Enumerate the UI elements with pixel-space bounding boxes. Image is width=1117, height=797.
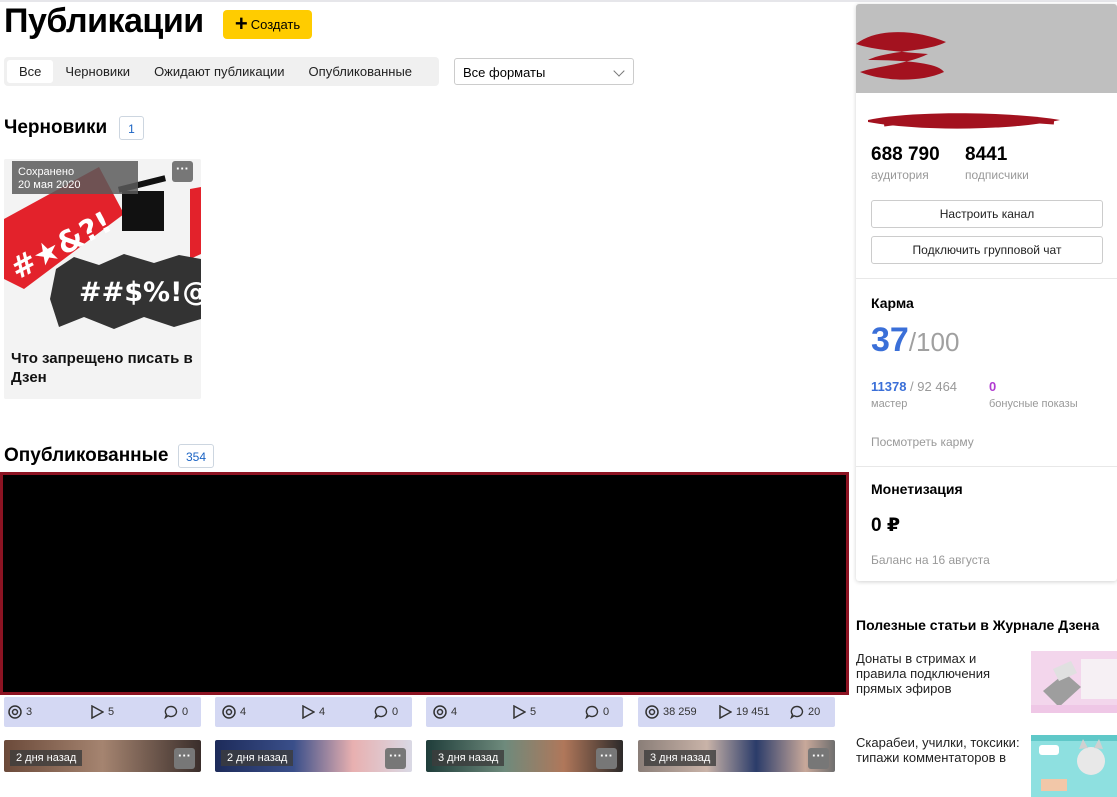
- comments-count: 0: [392, 706, 399, 718]
- time-badge: 2 дня назад: [10, 750, 83, 766]
- reads-count: 4: [319, 706, 326, 718]
- views-icon: [433, 705, 447, 719]
- format-select-value: Все форматы: [463, 65, 546, 80]
- article-image: [1031, 651, 1117, 713]
- tab-all[interactable]: Все: [7, 60, 54, 83]
- group-chat-button[interactable]: Подключить групповой чат: [871, 236, 1103, 264]
- reads-icon: [302, 705, 315, 719]
- article-image: [1031, 735, 1117, 797]
- comments-count: 20: [808, 706, 821, 718]
- card-menu-button[interactable]: ···: [174, 748, 195, 769]
- articles-heading: Полезные статьи в Журнале Дзена: [856, 617, 1100, 633]
- card-menu-button[interactable]: ···: [596, 748, 617, 769]
- published-heading: Опубликованные: [4, 445, 169, 466]
- time-badge: 3 дня назад: [432, 750, 505, 766]
- reads-count: 19 451: [736, 706, 770, 718]
- draft-card[interactable]: #★&?! ##$%!@& Сохранено 20 мая 2020 ··· …: [4, 159, 201, 399]
- subscribers-label: подписчики: [965, 168, 1029, 182]
- reads-count: 5: [530, 706, 537, 718]
- time-badge: 2 дня назад: [221, 750, 294, 766]
- page-title: Публикации: [4, 2, 204, 40]
- published-card-8[interactable]: 3 дня назад ···: [638, 740, 835, 772]
- drafts-heading: Черновики: [4, 117, 108, 138]
- drafts-count-badge: 1: [119, 116, 144, 140]
- views-count: 3: [26, 706, 33, 718]
- published-card-6[interactable]: 2 дня назад ···: [215, 740, 412, 772]
- views-count: 38 259: [663, 706, 697, 718]
- article-thumbnail-2[interactable]: [1031, 735, 1117, 797]
- tab-published[interactable]: Опубликованные: [297, 60, 425, 83]
- divider: [856, 466, 1117, 467]
- card-menu-button[interactable]: ···: [808, 748, 829, 769]
- audience-value: 688 790: [871, 144, 940, 165]
- karma-score: 37/100: [871, 321, 959, 360]
- monetization-heading: Монетизация: [871, 481, 963, 497]
- tab-drafts[interactable]: Черновики: [53, 60, 142, 83]
- published-count-badge: 354: [178, 444, 214, 468]
- reads-icon: [719, 705, 732, 719]
- saved-date: 20 мая 2020: [18, 179, 81, 191]
- reads-icon: [513, 705, 526, 719]
- comments-count: 0: [182, 706, 189, 718]
- setup-channel-button[interactable]: Настроить канал: [871, 200, 1103, 228]
- plus-icon: +: [234, 10, 248, 36]
- audience-label: аудитория: [871, 168, 929, 182]
- time-badge: 3 дня назад: [644, 750, 717, 766]
- monetization-amount: 0 ₽: [871, 515, 901, 536]
- channel-panel: 688 790 аудитория 8441 подписчики Настро…: [856, 4, 1117, 581]
- views-count: 4: [451, 706, 458, 718]
- karma-max: /100: [908, 327, 960, 357]
- reads-count: 5: [108, 706, 115, 718]
- filter-tabs: Все Черновики Ожидают публикации Опублик…: [4, 57, 439, 86]
- subscribers-value: 8441: [965, 144, 1008, 165]
- views-count: 4: [240, 706, 247, 718]
- views-icon: [645, 705, 659, 719]
- balance-label: Баланс на 16 августа: [871, 553, 990, 567]
- karma-heading: Карма: [871, 295, 914, 311]
- cover-art-text: ##$%!@&: [79, 277, 201, 308]
- reads-icon: [91, 705, 104, 719]
- divider: [856, 278, 1117, 279]
- article-thumbnail-1[interactable]: [1031, 651, 1117, 713]
- stats-bar-1: 3 5 0: [4, 697, 201, 727]
- comments-icon: [790, 705, 804, 719]
- create-button[interactable]: + Создать: [223, 10, 312, 39]
- view-karma-link[interactable]: Посмотреть карму: [871, 435, 974, 449]
- article-link-2[interactable]: Скарабеи, училки, токсики: типажи коммен…: [856, 735, 1021, 765]
- stats-bar-2: 4 4 0: [215, 697, 412, 727]
- redaction-scribble-avatar: [856, 32, 946, 80]
- redaction-scribble-name: [868, 113, 1060, 129]
- comments-icon: [585, 705, 599, 719]
- comments-icon: [374, 705, 388, 719]
- comments-icon: [164, 705, 178, 719]
- master-label: мастер: [871, 398, 908, 410]
- article-link-1[interactable]: Донаты в стримах и правила подключения п…: [856, 651, 1021, 696]
- bonus-label: бонусные показы: [989, 398, 1078, 410]
- master-stat: 11378 / 92 464: [871, 379, 957, 394]
- bonus-value: 0: [989, 379, 997, 394]
- published-card-7[interactable]: 3 дня назад ···: [426, 740, 623, 772]
- create-button-label: Создать: [250, 17, 301, 32]
- comments-count: 0: [603, 706, 610, 718]
- master-total: / 92 464: [906, 379, 958, 394]
- saved-badge: Сохранено 20 мая 2020: [12, 161, 138, 194]
- stats-bar-4: 38 259 19 451 20: [638, 697, 835, 727]
- saved-label: Сохранено: [18, 166, 75, 178]
- redacted-region: [0, 472, 849, 695]
- tab-pending[interactable]: Ожидают публикации: [142, 60, 296, 83]
- format-select[interactable]: Все форматы: [454, 58, 634, 85]
- published-card-5[interactable]: 2 дня назад ···: [4, 740, 201, 772]
- views-icon: [222, 705, 236, 719]
- card-menu-button[interactable]: ···: [385, 748, 406, 769]
- stats-bar-3: 4 5 0: [426, 697, 623, 727]
- views-icon: [8, 705, 22, 719]
- karma-value: 37: [871, 321, 909, 359]
- draft-menu-button[interactable]: ···: [172, 161, 193, 182]
- draft-title: Что запрещено писать в Дзен: [11, 350, 193, 386]
- master-value: 11378: [871, 379, 907, 394]
- chevron-down-icon: [613, 65, 625, 77]
